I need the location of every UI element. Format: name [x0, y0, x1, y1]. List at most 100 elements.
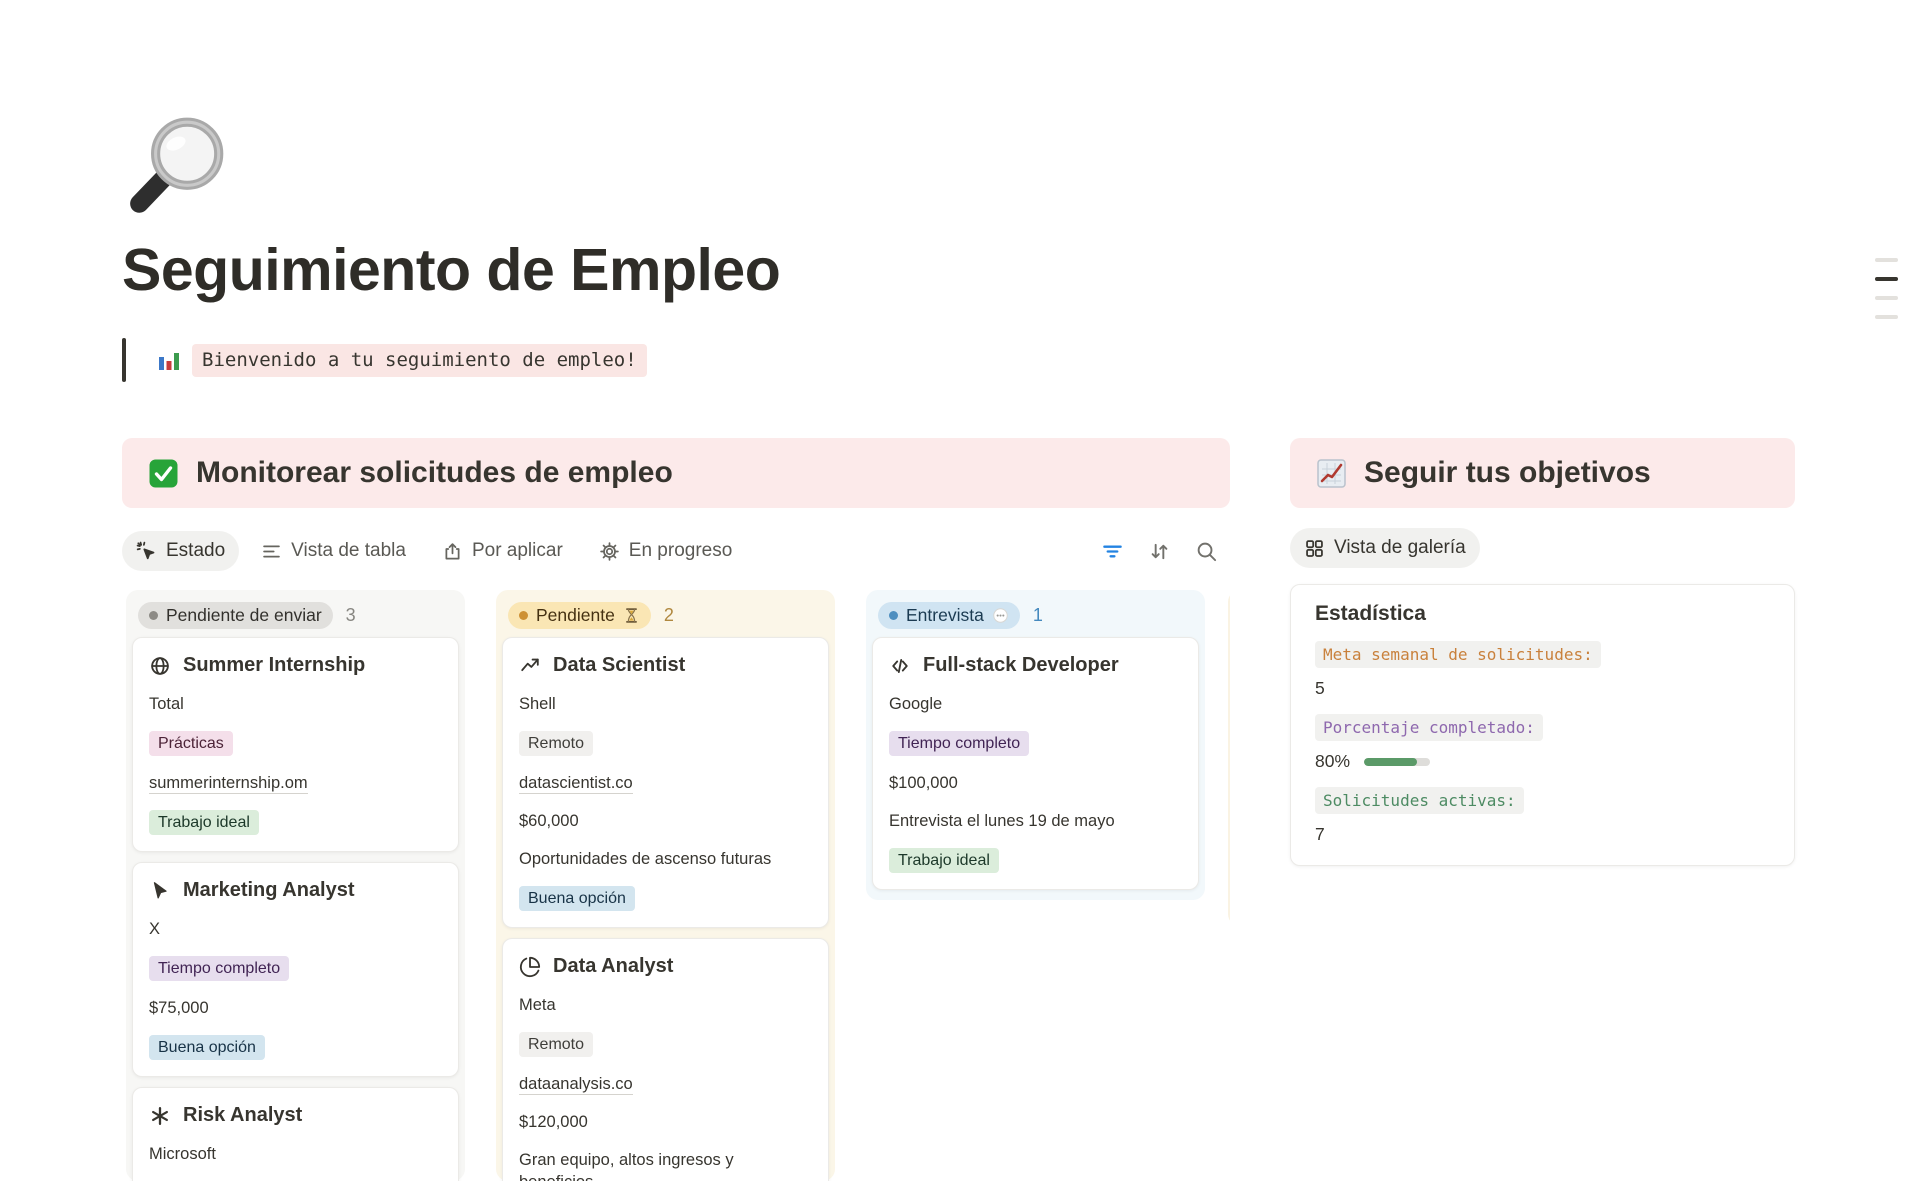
goals-section-banner: Seguir tus objetivos [1290, 438, 1795, 508]
goals-section-title: Seguir tus objetivos [1364, 456, 1651, 490]
next-column-sliver[interactable] [1228, 590, 1230, 926]
card-title: Summer Internship [183, 654, 365, 677]
job-card-data-scientist[interactable]: Data Scientist Shell Remoto datascientist.c… [502, 637, 829, 928]
column-header: Entrevista 1 [872, 596, 1199, 637]
tag-tiempo-completo: Tiempo completo [149, 956, 289, 981]
kanban-board: Pendiente de enviar3Summer InternshipTot… [126, 590, 1230, 1181]
speech-balloon-icon [992, 607, 1009, 624]
outline-line[interactable] [1875, 277, 1898, 281]
card-title: Data Analyst [553, 955, 673, 978]
card-title: Data Scientist [553, 654, 685, 677]
board-toolbar [1101, 540, 1230, 563]
card-title: Risk Analyst [183, 1104, 302, 1127]
tag-trabajo-ideal: Trabajo ideal [889, 848, 999, 873]
url-link[interactable]: dataanalysis.co [519, 1075, 633, 1095]
tag-buena-opcion: Buena opción [519, 886, 635, 911]
tab-vista-de-galeria[interactable]: Vista de galería [1290, 528, 1480, 568]
column-status-pill[interactable]: Pendiente [508, 602, 651, 629]
card-field: Buena opción [519, 886, 812, 911]
stats-card[interactable]: Estadística Meta semanal de solicitudes:… [1290, 584, 1795, 866]
page-title[interactable]: Seguimiento de Empleo [122, 236, 1920, 304]
card-title-row: Data Scientist [519, 654, 812, 677]
card-field: Remoto [519, 1032, 812, 1057]
card-field: Remoto [519, 731, 812, 756]
sort-icon[interactable] [1148, 540, 1171, 563]
card-field: $100,000 [889, 772, 1182, 794]
gallery-tabs: Vista de galería [1290, 528, 1795, 568]
filter-icon[interactable] [1101, 540, 1124, 563]
progress-bar [1364, 758, 1430, 766]
job-card-summer-internship[interactable]: Summer InternshipTotalPrácticassummerint… [132, 637, 459, 852]
status-dot [519, 611, 528, 620]
tab-label: En progreso [629, 540, 733, 562]
tab-label: Estado [166, 540, 225, 562]
stat-label-row: Meta semanal de solicitudes: [1315, 641, 1770, 668]
card-title-row: Summer Internship [149, 654, 442, 677]
card-field: X [149, 918, 442, 940]
job-card-risk-analyst[interactable]: Risk AnalystMicrosoftFreelance [132, 1087, 459, 1181]
stats-card-title: Estadística [1315, 602, 1770, 626]
stat-value-row: 80% [1315, 751, 1770, 772]
stat-value: 80% [1315, 751, 1350, 772]
card-field: Shell [519, 693, 812, 715]
card-field: $60,000 [519, 810, 812, 832]
column-count: 1 [1033, 605, 1043, 626]
kanban-column-entrevista: Entrevista 1 Full-stack DeveloperGoogleTie… [866, 590, 1205, 900]
card-field: Meta [519, 994, 812, 1016]
url-link[interactable]: summerinternship.om [149, 774, 308, 794]
view-tabs: Estado Vista de tabla Por aplicar En progre… [122, 531, 746, 571]
card-title: Marketing Analyst [183, 879, 355, 902]
job-card-marketing-analyst[interactable]: Marketing AnalystXTiempo completo$75,000… [132, 862, 459, 1077]
page-outline-indicator[interactable] [1875, 258, 1898, 319]
tag-practicas: Prácticas [149, 731, 233, 756]
magnifier-emoji-icon[interactable] [122, 112, 234, 224]
column-status-pill[interactable]: Pendiente de enviar [138, 602, 333, 629]
tab-en-progreso[interactable]: En progreso [585, 531, 747, 571]
tab-label: Por aplicar [472, 540, 563, 562]
tab-label: Vista de tabla [291, 540, 406, 562]
outline-line[interactable] [1875, 296, 1898, 300]
status-dot [889, 611, 898, 620]
card-field: Entrevista el lunes 19 de mayo [889, 810, 1182, 832]
url-link[interactable]: datascientist.co [519, 774, 633, 794]
stat-label: Porcentaje completado: [1315, 714, 1543, 741]
column-status-pill[interactable]: Entrevista [878, 602, 1020, 629]
column-header: Pendiente 2 [502, 596, 829, 637]
card-field: datascientist.co [519, 772, 812, 794]
goals-section: Seguir tus objetivos Vista de galería Es… [1290, 438, 1795, 866]
column-label: Pendiente [536, 605, 615, 626]
outline-line[interactable] [1875, 258, 1898, 262]
stat-label: Solicitudes activas: [1315, 787, 1524, 814]
stat-value: 7 [1315, 824, 1325, 845]
welcome-quote: Bienvenido a tu seguimiento de empleo! [122, 338, 1920, 382]
card-field: Oportunidades de ascenso futuras [519, 848, 812, 870]
chart-line-icon [519, 655, 541, 677]
tag-remoto: Remoto [519, 1032, 593, 1057]
job-card-full-stack-developer[interactable]: Full-stack DeveloperGoogleTiempo complet… [872, 637, 1199, 890]
tab-vista-de-tabla[interactable]: Vista de tabla [247, 531, 420, 571]
column-header: Pendiente de enviar3 [132, 596, 459, 637]
code-icon [889, 655, 911, 677]
asterisk-icon [149, 1105, 171, 1127]
search-icon[interactable] [1195, 540, 1218, 563]
card-field: Microsoft [149, 1143, 442, 1165]
card-field: $120,000 [519, 1111, 812, 1133]
cursor-click-icon [136, 541, 157, 562]
column-count: 2 [664, 605, 674, 626]
table-list-icon [261, 541, 282, 562]
chart-up-emoji-icon [1316, 458, 1347, 489]
card-field: Prácticas [149, 731, 442, 756]
tab-por-aplicar[interactable]: Por aplicar [428, 531, 577, 571]
tab-estado[interactable]: Estado [122, 531, 239, 571]
notion-page: Seguimiento de Empleo Bienvenido a tu se… [0, 0, 1920, 1199]
stat-label-row: Porcentaje completado: [1315, 714, 1770, 741]
card-field: Trabajo ideal [149, 810, 442, 835]
donut-chart-icon [519, 956, 541, 978]
card-title-row: Risk Analyst [149, 1104, 442, 1127]
gallery-icon [1304, 538, 1325, 559]
stat-value-row: 5 [1315, 678, 1770, 699]
bar-chart-emoji-icon [156, 347, 182, 373]
card-field: Tiempo completo [889, 731, 1182, 756]
outline-line[interactable] [1875, 315, 1898, 319]
job-card-data-analyst[interactable]: Data Analyst Meta Remoto dataanalysis.co $12… [502, 938, 829, 1181]
